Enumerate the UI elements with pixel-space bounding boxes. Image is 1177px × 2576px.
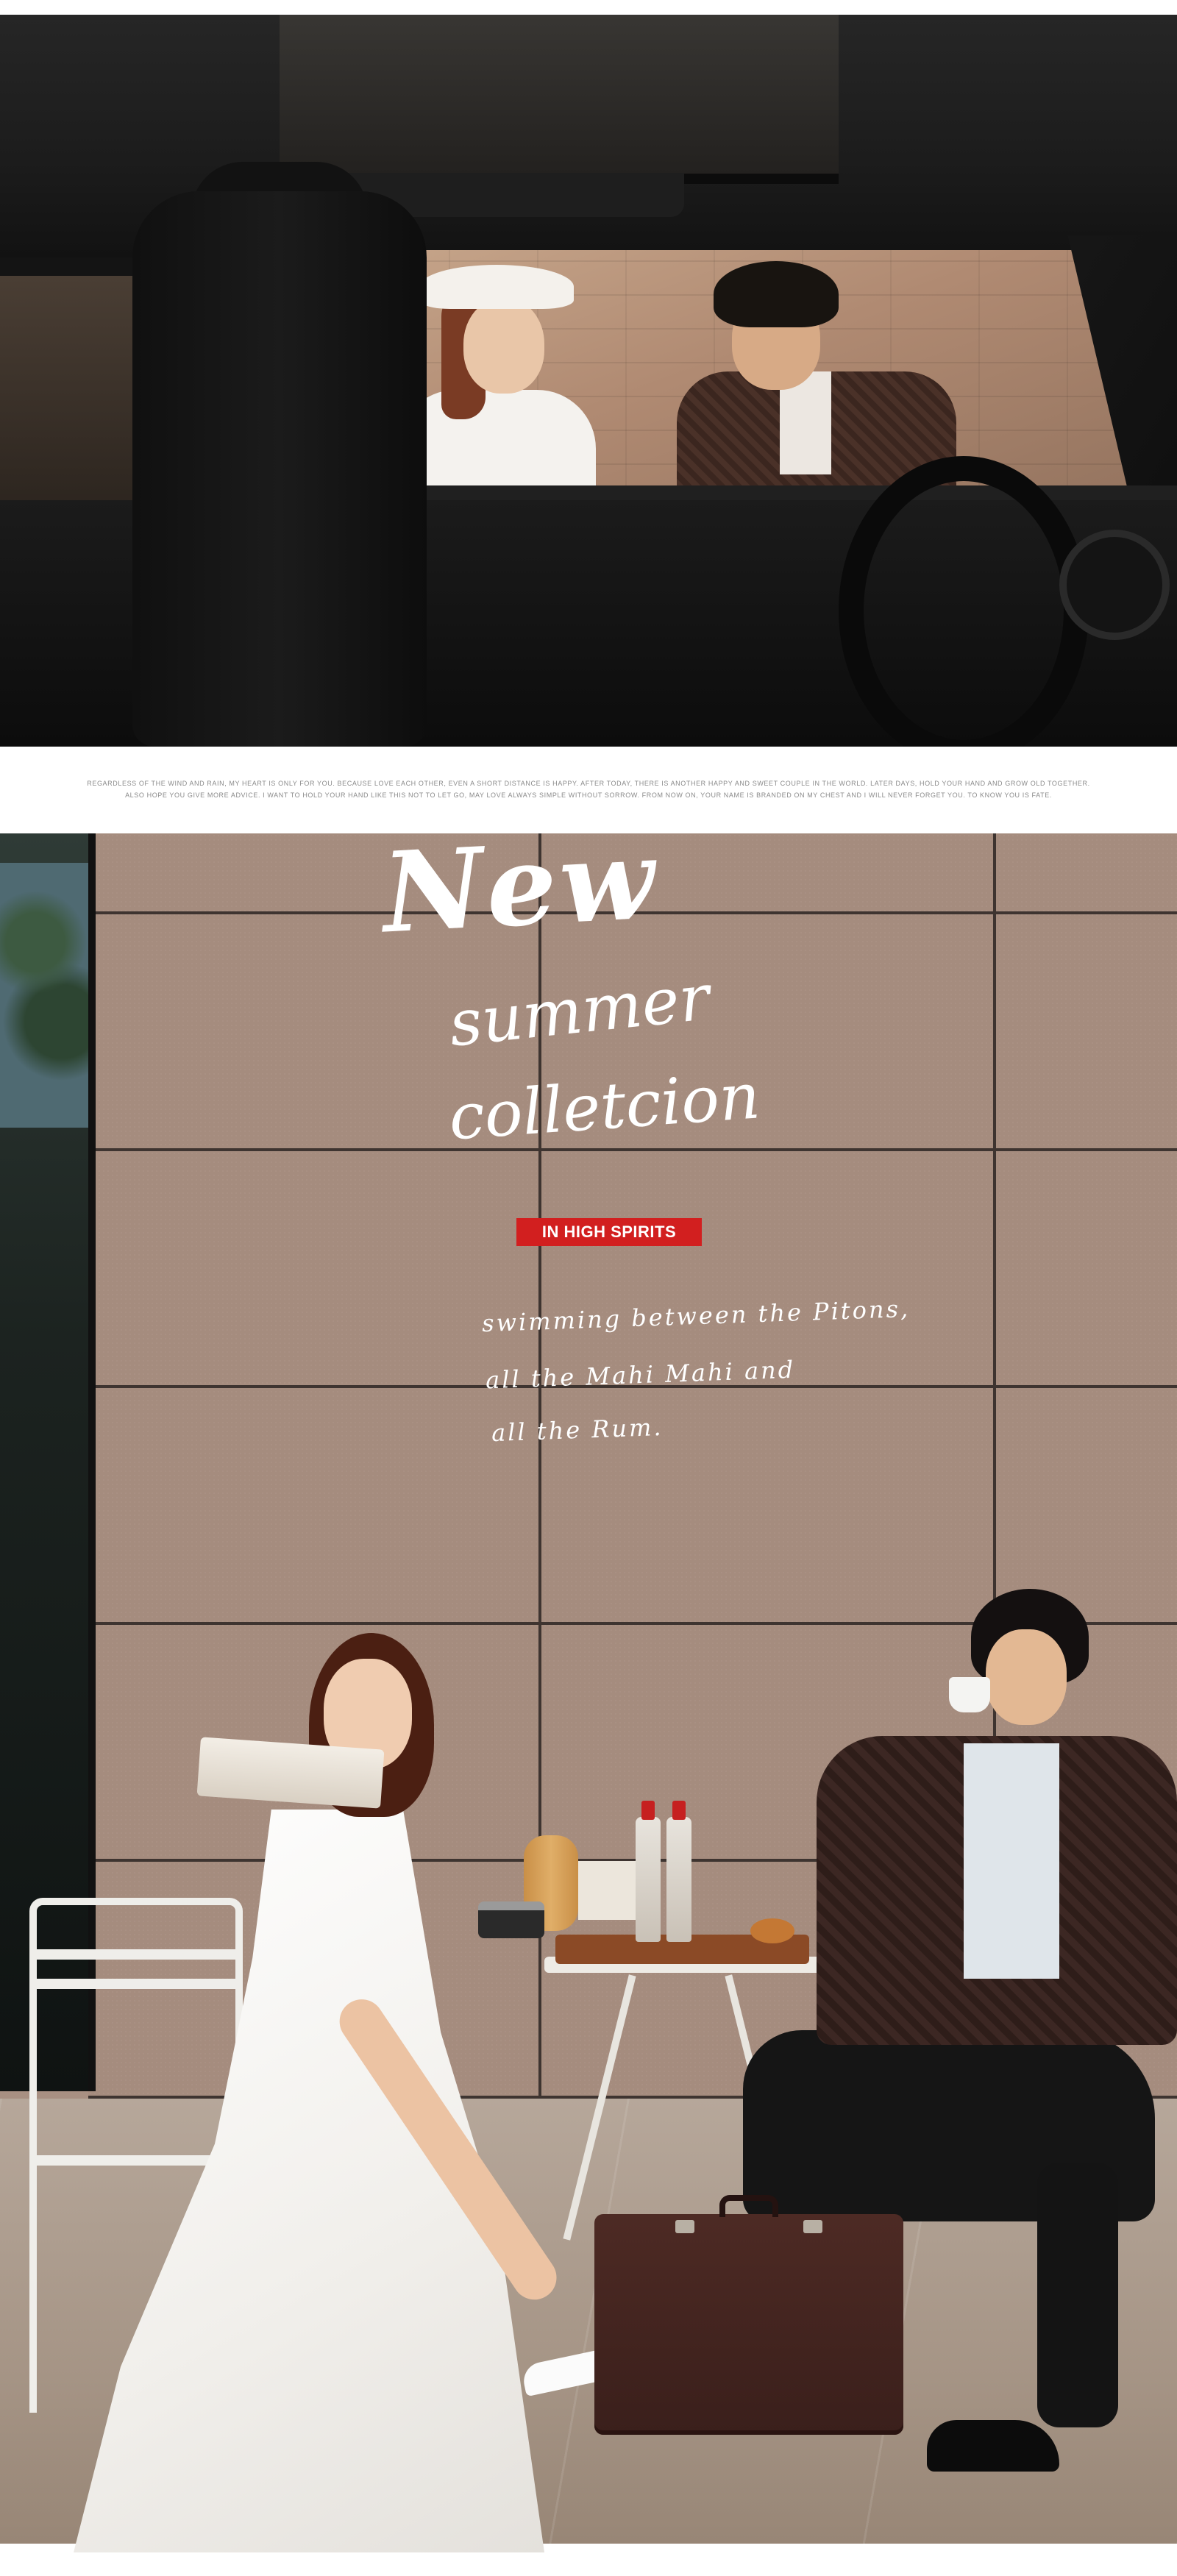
blurb-line-2: Also hope you give more advice. I want t… [125,791,1052,799]
woman-face [463,298,544,394]
sunroof [280,15,839,184]
bottle-cap [672,1801,686,1820]
man-shirt [964,1743,1059,1979]
man-face [986,1629,1067,1725]
title-new: New [379,814,661,958]
man-shoe [927,2420,1059,2472]
woman-in-white-dress [51,1633,642,2552]
suitcase-latch [675,2220,694,2233]
man-leg [1037,2163,1118,2427]
coffee-cup [949,1677,990,1712]
milk-bottle [666,1801,691,1942]
car-interior-photo [0,15,1177,747]
tree-reflection [0,863,88,1128]
milk-bottle [636,1801,661,1942]
bottle-cap [641,1801,655,1820]
woman-hat [419,265,574,309]
gift-box [578,1861,644,1920]
man-hair [714,261,839,327]
steering-wheel [839,456,1089,747]
driver-seat [132,191,427,747]
suitcase-latch [803,2220,822,2233]
blurb-line-1: Regardless of the wind and rain, my hear… [87,780,1090,787]
in-high-spirits-badge: IN HIGH SPIRITS [516,1218,702,1246]
gauge-dial [1059,530,1170,640]
love-letter-text: Regardless of the wind and rain, my hear… [81,778,1096,801]
vintage-suitcase [594,2195,903,2435]
suitcase-handle [719,2195,778,2217]
newspaper [196,1737,385,1809]
script-line-3: all the Rum. [491,1412,664,1448]
side-window [0,276,132,519]
